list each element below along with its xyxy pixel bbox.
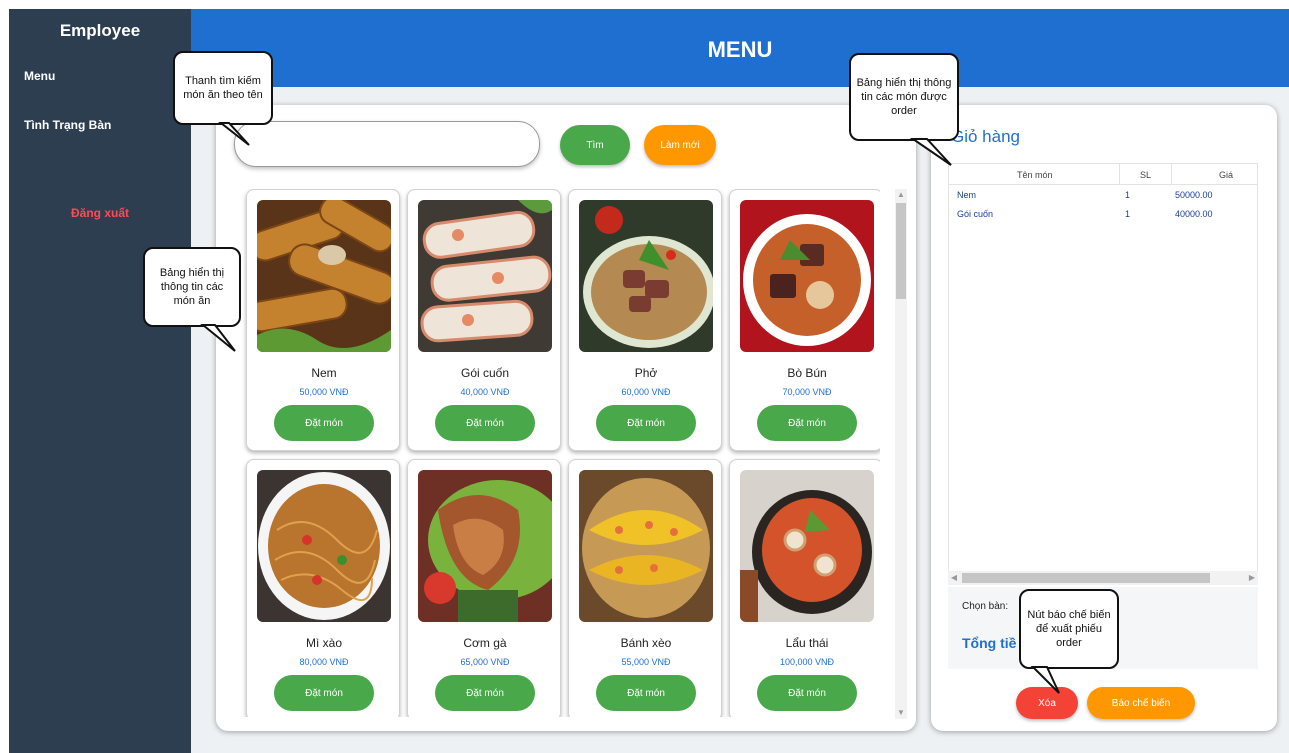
food-image-pho [579, 200, 713, 352]
callout-cart: Bảng hiển thị thông tin các món được ord… [849, 53, 959, 141]
app-window: Employee Menu Tình Trạng Bàn Đăng xuất M… [9, 9, 1289, 753]
search-input[interactable] [234, 121, 540, 167]
menu-card: Lẩu thái 100,000 VNĐ Đặt món [729, 459, 880, 717]
menu-card: Cơm gà 65,000 VNĐ Đặt món [407, 459, 561, 717]
order-button[interactable]: Đặt món [274, 405, 374, 441]
callout-search-tail [218, 122, 250, 146]
food-price: 60,000 VNĐ [621, 387, 671, 397]
food-image-lau-thai [740, 470, 874, 622]
food-image-bo-bun [740, 200, 874, 352]
sidebar-title: Employee [59, 21, 141, 40]
menu-card: Gói cuốn 40,000 VNĐ Đặt món [407, 189, 561, 451]
food-image-mi-xao [257, 470, 391, 622]
menu-card: Phở 60,000 VNĐ Đặt món [568, 189, 722, 451]
menu-scroll-thumb[interactable] [896, 203, 906, 299]
menu-card: Nem 50,000 VNĐ Đặt món [246, 189, 400, 451]
food-image-goi-cuon [418, 200, 552, 352]
menu-card: Bò Bún 70,000 VNĐ Đặt món [729, 189, 880, 451]
food-price: 55,000 VNĐ [621, 657, 671, 667]
column-header-price[interactable]: Giá [1219, 170, 1233, 180]
order-button[interactable]: Đặt món [596, 405, 696, 441]
order-button[interactable]: Đặt món [435, 405, 535, 441]
scroll-down-icon[interactable]: ▼ [895, 707, 907, 719]
search-button[interactable]: Tìm [560, 125, 630, 165]
food-name: Bò Bún [787, 366, 827, 380]
scroll-up-icon[interactable]: ▲ [895, 189, 907, 201]
table-select-label: Chọn bàn: [962, 601, 1009, 612]
sidebar: Employee Menu Tình Trạng Bàn Đăng xuất [9, 9, 191, 753]
page-title: MENU [707, 37, 773, 62]
menu-grid: Nem 50,000 VNĐ Đặt món Gói cuốn 40,000 V… [236, 189, 880, 717]
food-name: Bánh xèo [620, 636, 672, 650]
callout-cart-tail [909, 138, 952, 166]
sidebar-item-menu[interactable]: Menu [24, 69, 55, 83]
cart-scroll-thumb[interactable] [962, 573, 1210, 583]
callout-menu: Bảng hiển thị thông tin các món ăn [143, 247, 241, 327]
order-button[interactable]: Đặt món [596, 675, 696, 711]
refresh-button[interactable]: Làm mới [644, 125, 716, 165]
food-price: 100,000 VNĐ [779, 657, 835, 667]
sidebar-item-table-status[interactable]: Tình Trạng Bàn [24, 118, 111, 132]
food-price: 65,000 VNĐ [460, 657, 510, 667]
order-button[interactable]: Đặt món [435, 675, 535, 711]
food-image-nem [257, 200, 391, 352]
column-header-name[interactable]: Tên món [1017, 170, 1053, 180]
column-header-qty[interactable]: SL [1140, 170, 1151, 180]
menu-scrollbar[interactable]: ▲ ▼ [895, 189, 907, 719]
food-name: Phở [634, 366, 658, 380]
send-to-kitchen-button[interactable]: Báo chế biến [1087, 687, 1195, 719]
food-name: Lẩu thái [785, 636, 829, 650]
food-price: 40,000 VNĐ [460, 387, 510, 397]
order-button[interactable]: Đặt món [757, 405, 857, 441]
cart-cell-name[interactable]: Nem [957, 190, 976, 200]
cart-horizontal-scrollbar[interactable]: ◀ ▶ [948, 571, 1258, 585]
total-label: Tổng tiề [962, 635, 1017, 651]
cart-table: Tên món SL Giá Nem 1 50000.00 Gói cuốn 1… [948, 163, 1258, 573]
callout-search: Thanh tìm kiếm món ăn theo tên [173, 51, 273, 125]
food-price: 50,000 VNĐ [299, 387, 349, 397]
cart-cell-qty[interactable]: 1 [1125, 190, 1130, 200]
callout-menu-tail [200, 324, 236, 352]
food-name: Mì xào [305, 636, 342, 650]
order-button[interactable]: Đặt món [757, 675, 857, 711]
order-button[interactable]: Đặt món [274, 675, 374, 711]
food-name: Cơm gà [463, 636, 507, 650]
menu-panel: Tìm Làm mới Nem 50,000 VNĐ Đặt món Gói c… [216, 105, 916, 731]
cart-cell-qty[interactable]: 1 [1125, 209, 1130, 219]
logout-link[interactable]: Đăng xuất [71, 206, 129, 220]
food-name: Gói cuốn [460, 366, 510, 380]
food-name: Nem [311, 366, 337, 380]
callout-kitchen: Nút báo chế biến để xuất phiếu order [1019, 589, 1119, 669]
cart-title: Giỏ hàng [951, 127, 1020, 146]
menu-card: Mì xào 80,000 VNĐ Đặt món [246, 459, 400, 717]
header-bar: MENU [191, 9, 1289, 87]
cart-cell-price[interactable]: 40000.00 [1175, 209, 1213, 219]
scroll-left-icon[interactable]: ◀ [948, 571, 960, 585]
food-image-banh-xeo [579, 470, 713, 622]
cart-cell-name[interactable]: Gói cuốn [957, 209, 993, 219]
cart-cell-price[interactable]: 50000.00 [1175, 190, 1213, 200]
callout-kitchen-tail [1030, 666, 1060, 694]
menu-card: Bánh xèo 55,000 VNĐ Đặt món [568, 459, 722, 717]
food-price: 70,000 VNĐ [782, 387, 832, 397]
food-price: 80,000 VNĐ [299, 657, 349, 667]
scroll-right-icon[interactable]: ▶ [1246, 571, 1258, 585]
food-image-com-ga [418, 470, 552, 622]
